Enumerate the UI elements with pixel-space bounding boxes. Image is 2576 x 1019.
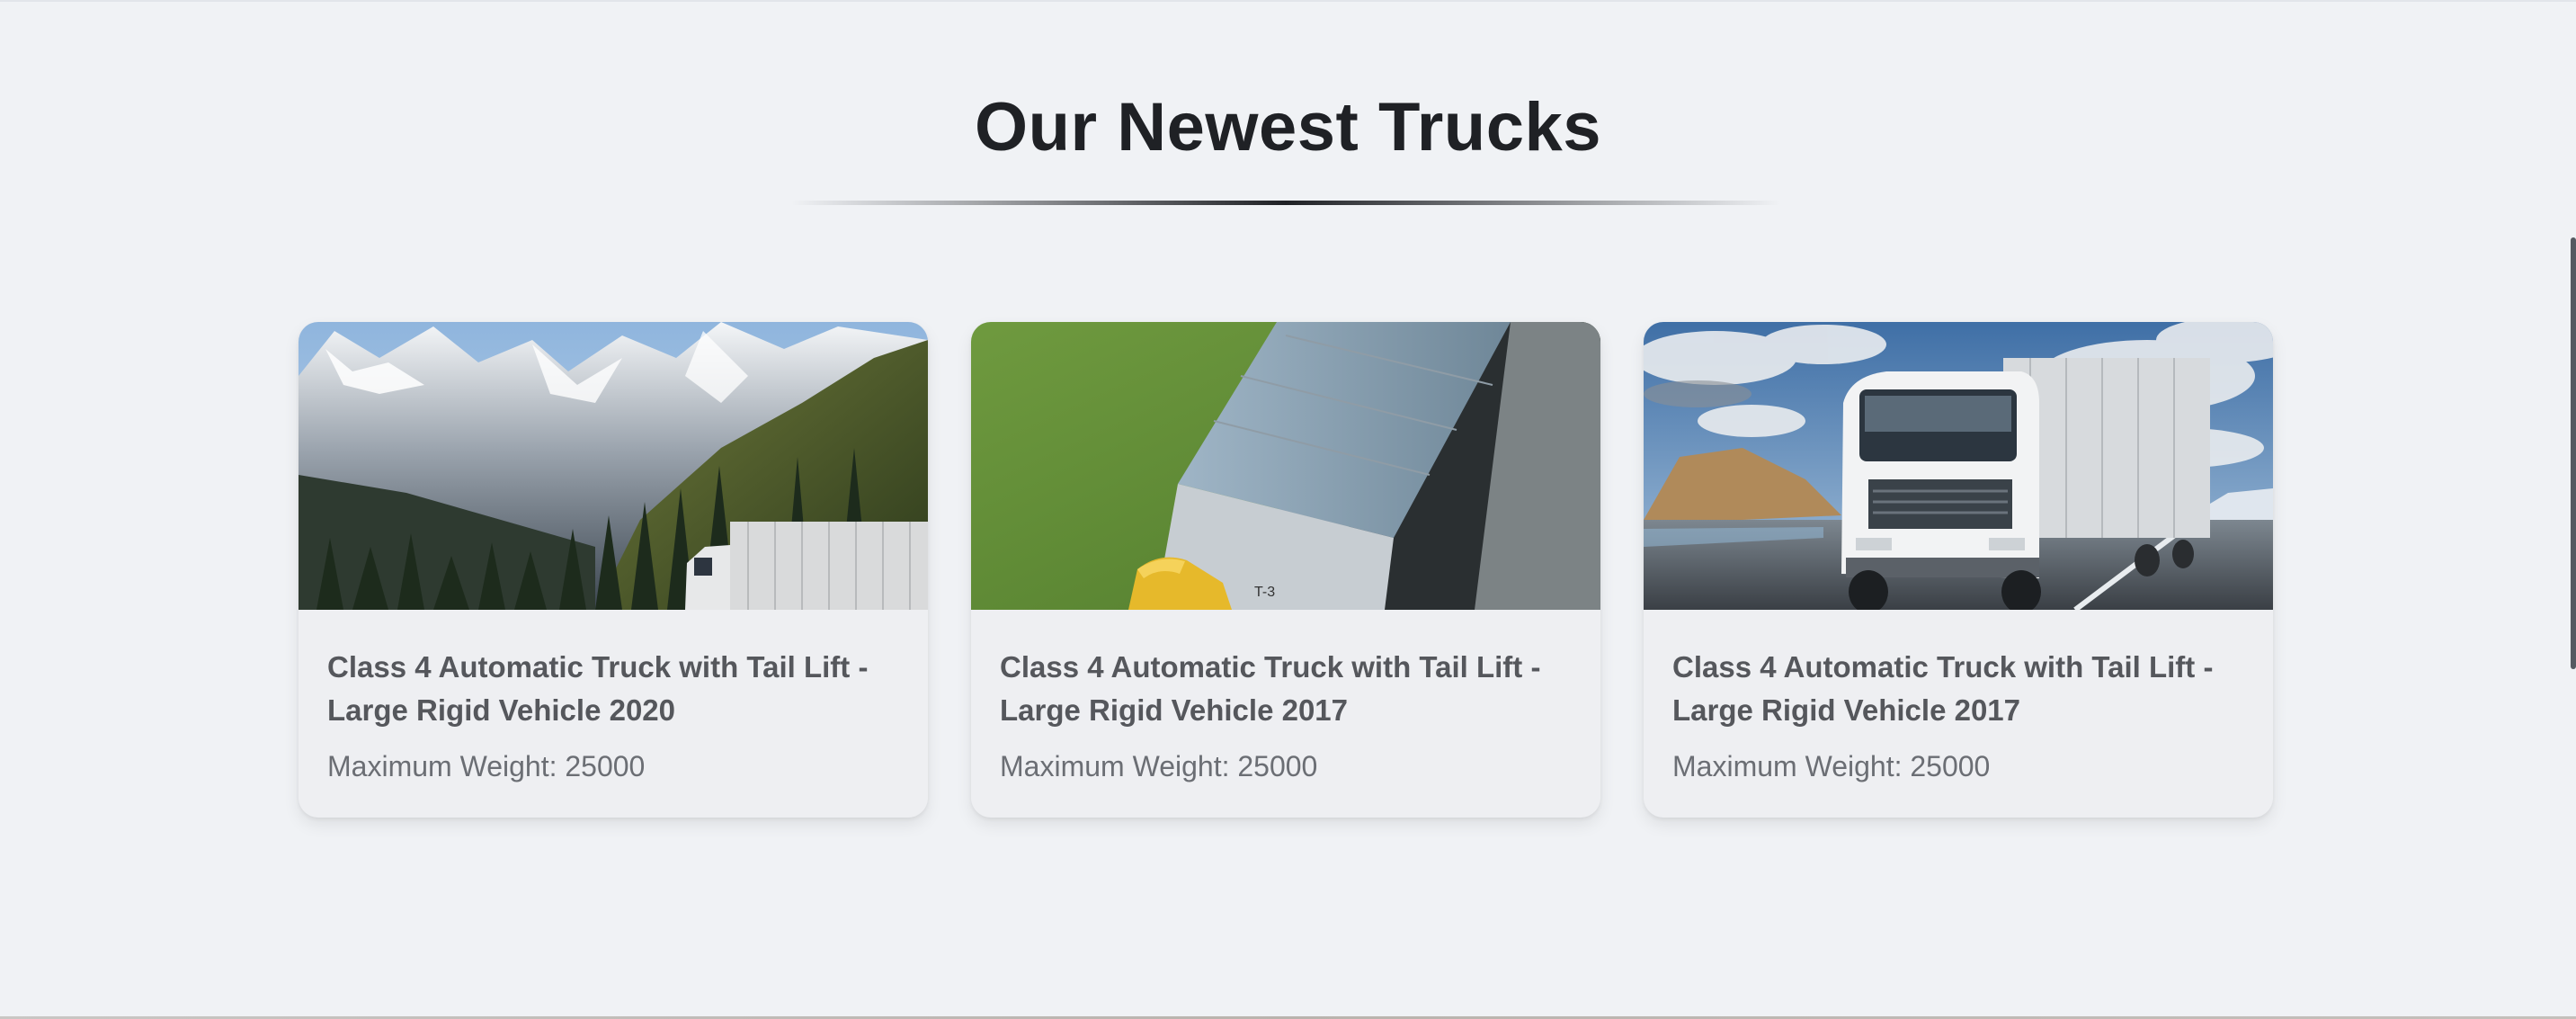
mountain-highway-truck-photo[interactable] (299, 322, 928, 610)
card-title[interactable]: Class 4 Automatic Truck with Tail Lift -… (1000, 646, 1575, 732)
truck-card[interactable]: T-3 Class 4 Automatic Truck with Tail Li… (971, 322, 1600, 818)
white-semi-truck-road-photo[interactable] (1644, 322, 2273, 610)
section-title: Our Newest Trucks (975, 89, 1601, 165)
title-divider (791, 201, 1780, 205)
card-title[interactable]: Class 4 Automatic Truck with Tail Lift -… (1672, 646, 2248, 732)
scrollbar-thumb[interactable] (2571, 237, 2576, 669)
truck-card[interactable]: Class 4 Automatic Truck with Tail Lift -… (1644, 322, 2273, 818)
aerial-trailer-truck-photo[interactable]: T-3 (971, 322, 1600, 610)
truck-card[interactable]: Class 4 Automatic Truck with Tail Lift -… (299, 322, 928, 818)
card-max-weight: Maximum Weight: 25000 (327, 750, 646, 782)
card-max-weight: Maximum Weight: 25000 (1000, 750, 1318, 782)
card-max-weight: Maximum Weight: 25000 (1672, 750, 1991, 782)
svg-text:T-3: T-3 (1254, 585, 1275, 600)
scrollbar-track[interactable] (2569, 2, 2576, 1019)
card-title[interactable]: Class 4 Automatic Truck with Tail Lift -… (327, 646, 903, 732)
page: Our Newest Trucks Class 4 Automatic Truc… (0, 0, 2576, 1019)
